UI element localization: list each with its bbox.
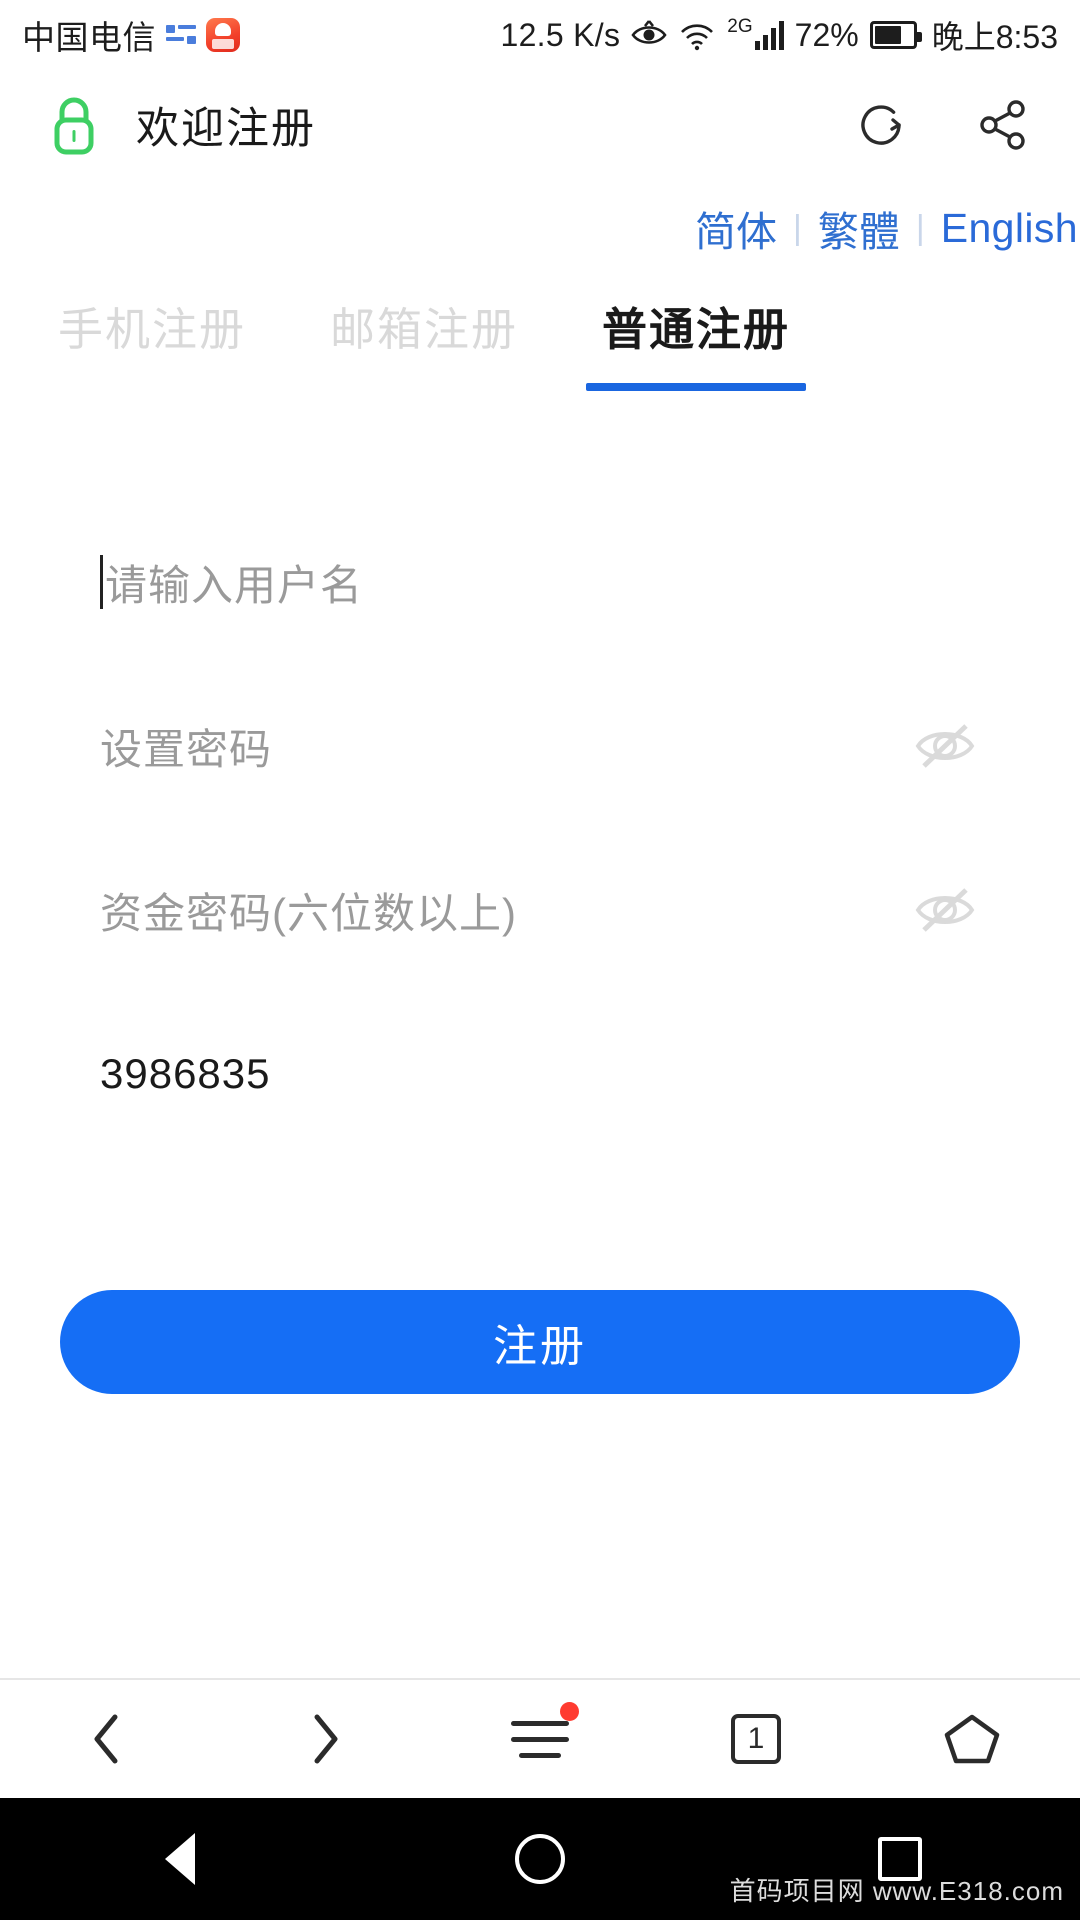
eye-off-icon[interactable] xyxy=(914,720,976,772)
menu-badge-dot xyxy=(560,1702,579,1721)
clock-label: 晚上8:53 xyxy=(931,19,1058,55)
fund-password-field[interactable]: 资金密码(六位数以上) xyxy=(100,828,980,992)
data-transfer-icon xyxy=(166,22,196,48)
share-icon[interactable] xyxy=(972,94,1034,156)
tab-phone-register[interactable]: 手机注册 xyxy=(40,300,264,361)
chevron-right-icon[interactable] xyxy=(249,1694,399,1784)
invite-code-value: 3986835 xyxy=(100,1050,271,1097)
language-switcher: 简体 | 繁體 | English xyxy=(0,198,1080,258)
chevron-left-icon[interactable] xyxy=(33,1694,183,1784)
hamburger-menu-icon[interactable] xyxy=(465,1694,615,1784)
lang-traditional[interactable]: 繁體 xyxy=(802,198,916,258)
eye-off-icon[interactable] xyxy=(914,884,976,936)
status-bar-right: 12.5 K/s 2G 72% 晚上8:53 xyxy=(500,12,1058,58)
refresh-icon[interactable] xyxy=(850,94,912,156)
network-speed-label: 12.5 K/s xyxy=(500,16,621,53)
app-header: 欢迎注册 xyxy=(0,70,1080,180)
battery-icon xyxy=(869,21,922,49)
language-separator-1: | xyxy=(793,208,802,247)
page-title: 欢迎注册 xyxy=(136,105,316,153)
tab-count-button[interactable]: 1 xyxy=(681,1694,831,1784)
status-bar: 中国电信 12.5 K/s 2G 72% 晚上8:53 xyxy=(0,0,1080,70)
password-field[interactable]: 设置密码 xyxy=(100,664,980,828)
circle-home-icon[interactable] xyxy=(480,1814,600,1904)
triangle-back-icon[interactable] xyxy=(120,1814,240,1904)
fund-password-placeholder: 资金密码(六位数以上) xyxy=(100,889,517,937)
wifi-icon xyxy=(678,19,716,51)
signal-bars-icon: 2G xyxy=(727,16,784,50)
home-pentagon-icon[interactable] xyxy=(897,1694,1047,1784)
status-bar-left: 中国电信 xyxy=(22,11,240,59)
tab-normal-register[interactable]: 普通注册 xyxy=(584,300,808,391)
eye-care-icon xyxy=(631,20,667,50)
text-caret xyxy=(100,555,103,609)
language-separator-2: | xyxy=(915,208,925,247)
lock-icon xyxy=(46,94,102,156)
register-tabs: 手机注册 邮箱注册 普通注册 xyxy=(0,300,1080,410)
carrier-label: 中国电信 xyxy=(22,19,156,56)
battery-percent-label: 72% xyxy=(794,16,859,53)
username-placeholder: 请输入用户名 xyxy=(105,561,364,609)
register-form: 请输入用户名 设置密码 资金密码(六位数以上) 3986835 xyxy=(0,500,1080,1156)
submit-container: 注册 xyxy=(0,1290,1080,1394)
register-button[interactable]: 注册 xyxy=(60,1290,1020,1394)
username-field[interactable]: 请输入用户名 xyxy=(100,500,980,664)
network-type-label: 2G xyxy=(727,16,753,37)
app-notification-icon xyxy=(206,18,240,52)
tab-count-label: 1 xyxy=(731,1714,781,1764)
app-header-actions xyxy=(850,94,1034,156)
phone-screen: 中国电信 12.5 K/s 2G 72% 晚上8:53 欢迎注册 简体 | 繁體… xyxy=(0,0,1080,1920)
browser-toolbar: 1 xyxy=(0,1678,1080,1798)
lang-english[interactable]: English xyxy=(925,205,1078,252)
tab-email-register[interactable]: 邮箱注册 xyxy=(312,300,536,361)
lang-simplified[interactable]: 简体 xyxy=(679,198,793,258)
watermark: 首码项目网 www.E318.com xyxy=(729,1876,1064,1906)
invite-code-field[interactable]: 3986835 xyxy=(100,992,980,1156)
password-placeholder: 设置密码 xyxy=(100,725,273,773)
